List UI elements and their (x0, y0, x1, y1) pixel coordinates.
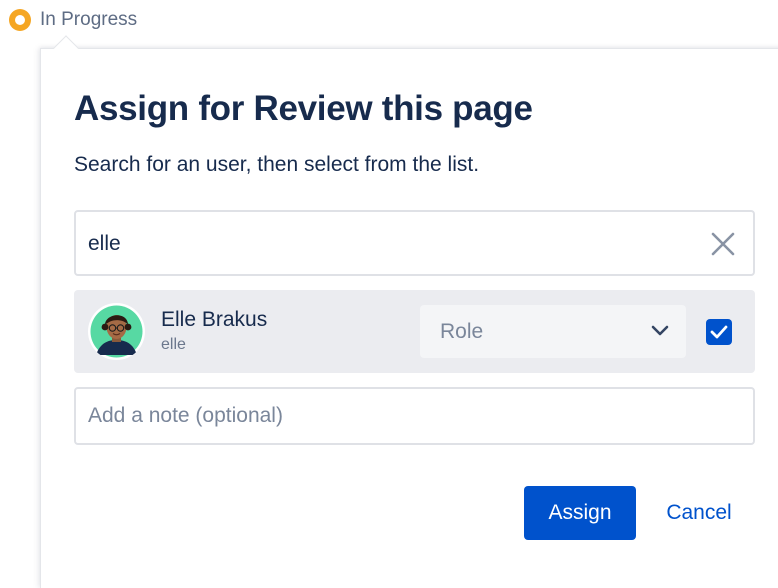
select-user-checkbox[interactable] (706, 319, 732, 345)
assign-review-dialog: Assign for Review this page Search for a… (40, 48, 778, 588)
chevron-down-icon (650, 323, 670, 339)
role-select[interactable]: Role (420, 305, 686, 358)
user-avatar (88, 303, 145, 360)
status-label: In Progress (40, 9, 138, 30)
user-result-row[interactable]: Elle Brakus elle Role (74, 290, 755, 373)
user-handle: elle (161, 336, 186, 353)
user-name: Elle Brakus (161, 308, 268, 331)
cancel-button[interactable]: Cancel (651, 486, 747, 540)
note-input-placeholder: Add a note (optional) (88, 404, 283, 427)
status-circle-icon (9, 9, 31, 31)
close-icon[interactable] (709, 230, 737, 258)
user-search-input[interactable]: elle (74, 210, 755, 276)
note-input[interactable]: Add a note (optional) (74, 387, 755, 445)
status-indicator: In Progress (9, 9, 137, 31)
assign-button[interactable]: Assign (524, 486, 636, 540)
checkmark-icon (710, 325, 728, 339)
search-input-value[interactable]: elle (88, 232, 121, 256)
dialog-subtitle: Search for an user, then select from the… (74, 153, 480, 176)
role-select-label: Role (440, 320, 484, 343)
dialog-title: Assign for Review this page (74, 89, 533, 128)
